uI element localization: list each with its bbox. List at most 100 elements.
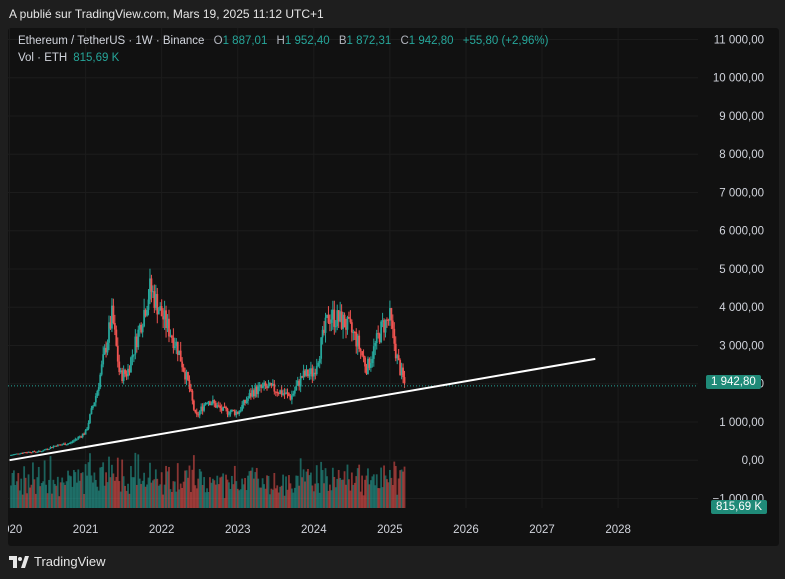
candle-body xyxy=(229,411,232,415)
candle-body xyxy=(75,438,78,440)
candle-body xyxy=(210,403,213,406)
candle-body xyxy=(198,411,201,416)
candle-body xyxy=(92,406,94,409)
trendline[interactable] xyxy=(9,357,596,462)
candle-body xyxy=(102,354,105,365)
x-tick-label: 2026 xyxy=(453,524,479,536)
candle-body xyxy=(188,380,191,389)
candle-body xyxy=(286,392,289,394)
candle-body xyxy=(191,390,194,401)
candle-body xyxy=(106,342,109,353)
chart-panel[interactable]: 11 000,00 10 000,00 9 000,00 8 000,00 7 000,… xyxy=(8,28,779,546)
candle-body xyxy=(391,320,394,329)
candle-body xyxy=(113,323,116,330)
candle-body xyxy=(384,319,387,333)
candle-body xyxy=(147,299,150,310)
candle-body xyxy=(194,409,197,413)
candle-body xyxy=(130,357,132,373)
candle-body xyxy=(36,451,39,453)
candles xyxy=(10,268,406,456)
candle-body xyxy=(87,422,90,429)
candle-body xyxy=(94,395,97,403)
candle-body xyxy=(375,333,378,343)
candle-body xyxy=(206,402,208,404)
high-key: H xyxy=(276,35,285,47)
candle-body xyxy=(374,342,377,347)
candle-body xyxy=(219,405,222,409)
candle-body xyxy=(390,308,393,321)
candle-body xyxy=(295,385,298,391)
candle-body xyxy=(181,361,184,368)
candle-body xyxy=(192,400,195,410)
candle-body xyxy=(61,444,64,446)
candle-body xyxy=(99,374,102,388)
candle-body xyxy=(100,364,103,375)
volume-bar xyxy=(403,466,406,508)
price-chart[interactable]: 11 000,00 10 000,00 9 000,00 8 000,00 7 000,… xyxy=(8,28,779,546)
candle-body xyxy=(84,430,87,435)
volume-badge: 815,69 K xyxy=(711,500,768,514)
open-key: O xyxy=(213,35,223,47)
low-value: 1 872,31 xyxy=(346,35,392,47)
candle-body xyxy=(168,318,170,337)
x-tick-label: 2025 xyxy=(377,524,403,536)
candle-body xyxy=(358,335,361,349)
candle-body xyxy=(132,354,135,356)
candle-body xyxy=(364,357,366,367)
low-key: B xyxy=(338,35,347,47)
candle-body xyxy=(273,383,276,392)
candle-body xyxy=(225,406,227,409)
x-tick-label: 2028 xyxy=(605,524,631,536)
candle-body xyxy=(190,388,192,391)
candle-body xyxy=(115,329,118,346)
y-tick-label: 6 000,00 xyxy=(719,226,764,238)
tradingview-logo[interactable]: TradingView xyxy=(9,554,106,569)
candle-body xyxy=(292,393,295,396)
candle-body xyxy=(334,326,337,328)
candle-body xyxy=(346,316,349,330)
candle-body xyxy=(350,322,353,333)
y-tick-label: 3 000,00 xyxy=(719,340,764,352)
candle-body xyxy=(68,443,71,445)
x-tick-label: 2023 xyxy=(225,524,251,536)
candle-body xyxy=(228,414,230,416)
candle-body xyxy=(124,369,126,374)
y-tick-label: 8 000,00 xyxy=(719,149,764,161)
candle-body xyxy=(187,371,189,381)
volume-legend: Vol · ETH 815,69 K xyxy=(18,52,119,64)
x-tick-label: 2021 xyxy=(73,524,99,536)
candle-body xyxy=(90,408,93,415)
candle-body xyxy=(349,318,352,323)
candle-body xyxy=(320,337,323,359)
y-tick-label: 4 000,00 xyxy=(719,302,764,314)
volume-bars xyxy=(10,452,406,508)
candle-body xyxy=(65,444,68,446)
candle-body xyxy=(141,326,144,333)
candle-body xyxy=(146,309,148,316)
y-tick-label: 1 000,00 xyxy=(719,417,764,429)
candle-body xyxy=(48,448,50,450)
candle-body xyxy=(116,345,119,362)
candle-body xyxy=(380,321,383,343)
x-axis: 2020 2021 2022 2023 2024 2025 2026 2027 2028 xyxy=(8,524,631,536)
candle-body xyxy=(371,358,374,364)
candle-body xyxy=(361,351,363,356)
candle-body xyxy=(171,335,173,338)
candle-body xyxy=(324,317,327,333)
candle-body xyxy=(308,374,311,377)
candle-body xyxy=(369,363,372,368)
tradingview-brand: TradingView xyxy=(34,554,106,569)
high-value: 1 952,40 xyxy=(284,35,330,47)
candle-body xyxy=(393,328,396,344)
candle-body xyxy=(72,440,75,442)
candle-body xyxy=(157,310,160,315)
volume-value: 815,69 K xyxy=(73,52,120,64)
candle-body xyxy=(247,398,249,401)
candle-body xyxy=(160,306,163,317)
close-key: C xyxy=(400,35,409,47)
volume-label: Vol · ETH xyxy=(18,52,68,64)
y-tick-label: 0,00 xyxy=(742,455,764,467)
published-header: A publié sur TradingView.com, Mars 19, 2… xyxy=(9,7,324,21)
candle-body xyxy=(348,316,350,319)
candle-body xyxy=(362,355,365,358)
